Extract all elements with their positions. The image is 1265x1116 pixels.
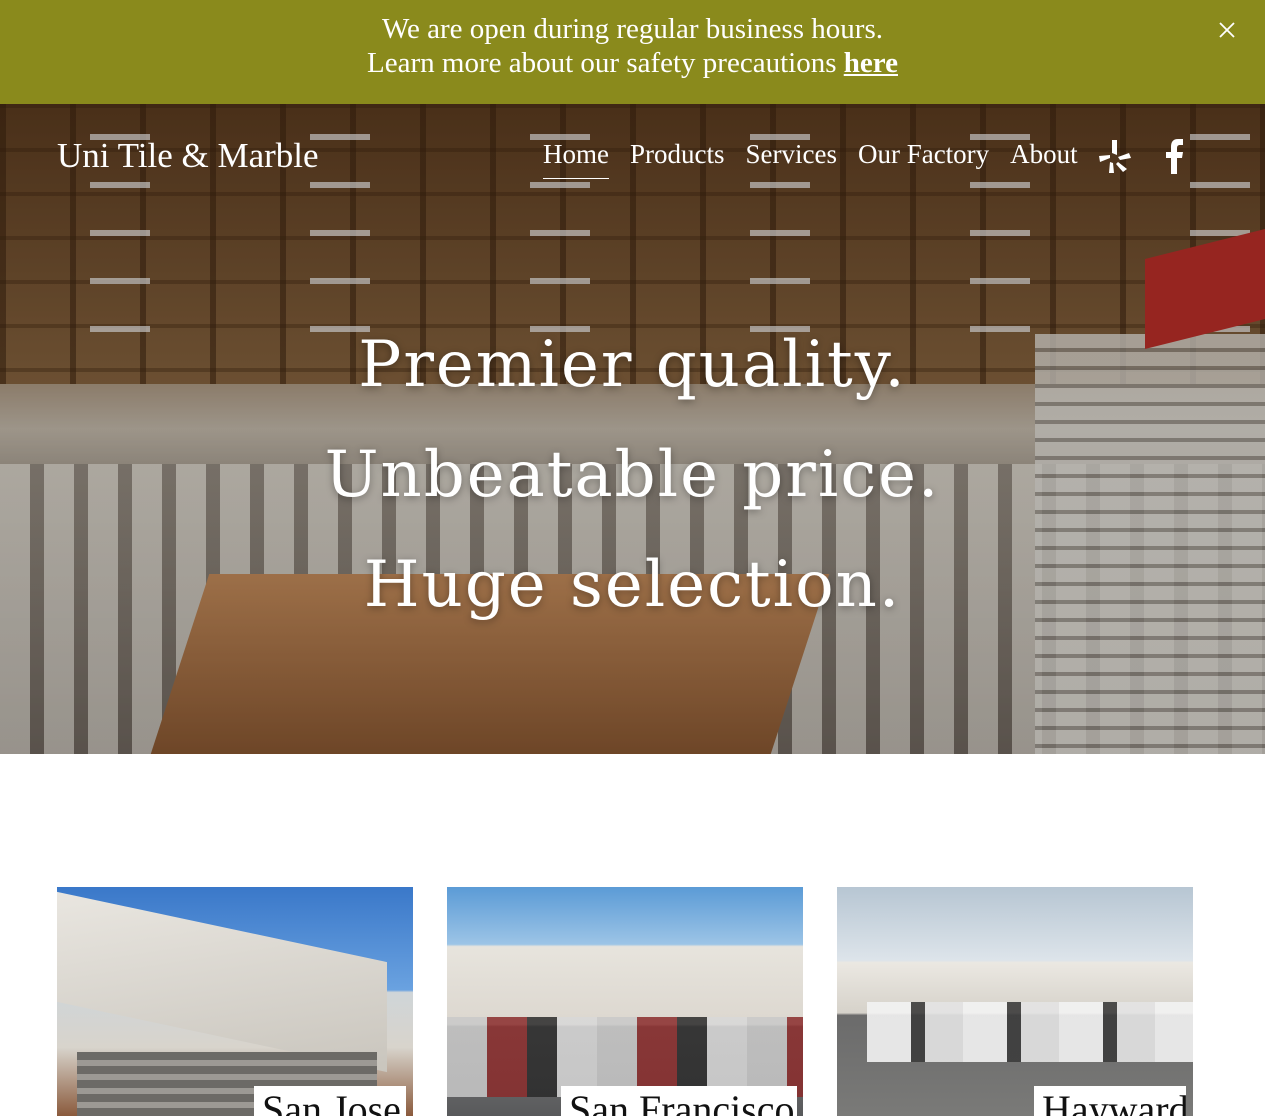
nav-about[interactable]: About <box>1010 139 1078 179</box>
location-card-hayward[interactable]: Hayward <box>837 887 1193 1116</box>
site-title[interactable]: Uni Tile & Marble <box>57 136 319 176</box>
location-label: San Francisco <box>561 1086 797 1116</box>
nav-home[interactable]: Home <box>543 139 609 179</box>
location-cards: San Jose San Francisco Hayward <box>57 887 1193 1116</box>
hero-line-2: Unbeatable price. <box>324 438 941 512</box>
nav-products[interactable]: Products <box>630 139 725 179</box>
close-icon[interactable] <box>1215 18 1239 42</box>
hero-headline: Premier quality. Unbeatable price. Huge … <box>0 320 1265 650</box>
announcement-line-1: We are open during regular business hour… <box>381 13 883 45</box>
hero-line-1: Premier quality. <box>358 328 907 402</box>
main-nav: Home Products Services Our Factory About <box>543 139 1099 179</box>
nav-our-factory[interactable]: Our Factory <box>858 139 989 179</box>
location-photo-cars <box>447 1017 803 1097</box>
announcement-line-2-text: Learn more about our safety precautions <box>367 47 844 79</box>
announcement-line-2: Learn more about our safety precautions … <box>0 46 1265 80</box>
location-photo-trucks <box>867 1002 1193 1062</box>
hero-line-3: Huge selection. <box>363 548 902 622</box>
yelp-icon[interactable] <box>1098 138 1132 174</box>
location-label: Hayward <box>1034 1086 1186 1116</box>
location-card-san-jose[interactable]: San Jose <box>57 887 413 1116</box>
announcement-bar: We are open during regular business hour… <box>0 0 1265 104</box>
facebook-icon[interactable] <box>1158 138 1192 174</box>
nav-services[interactable]: Services <box>745 139 836 179</box>
safety-precautions-link[interactable]: here <box>844 47 898 79</box>
social-links <box>1098 138 1192 174</box>
location-card-san-francisco[interactable]: San Francisco <box>447 887 803 1116</box>
location-label: San Jose <box>254 1086 406 1116</box>
